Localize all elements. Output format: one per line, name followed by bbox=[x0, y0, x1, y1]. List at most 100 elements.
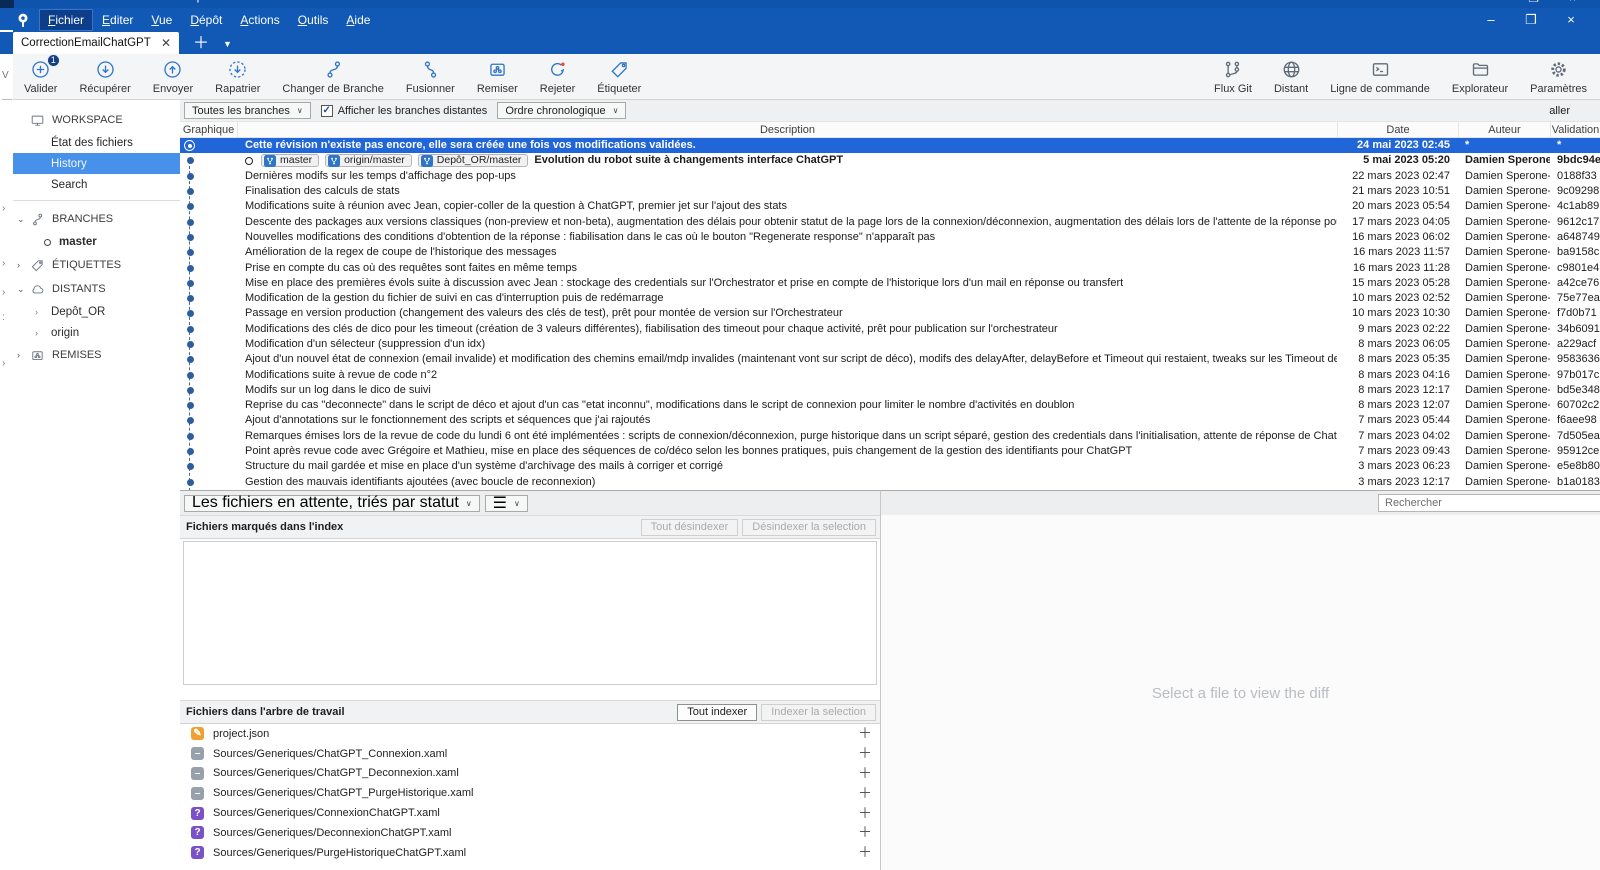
maximize-button[interactable]: ❐ bbox=[1524, 12, 1538, 28]
checkout-button[interactable]: Changer de Branche bbox=[271, 55, 395, 99]
column-header-author[interactable]: Auteur bbox=[1458, 122, 1550, 137]
stashes-section[interactable]: › REMISES bbox=[13, 343, 180, 367]
show-remote-checkbox-row[interactable]: Afficher les branches distantes bbox=[321, 105, 488, 117]
commit-row[interactable]: Modifications suite à revue de code n°2 … bbox=[180, 367, 1600, 382]
sidebar-remote-origin[interactable]: › origin bbox=[13, 322, 180, 343]
new-tab-icon[interactable]: ＋ bbox=[193, 34, 209, 54]
checkbox-checked-icon[interactable] bbox=[321, 105, 333, 117]
staged-files-list[interactable] bbox=[183, 541, 877, 685]
file-row[interactable]: – Sources/Generiques/ChatGPT_Deconnexion… bbox=[180, 764, 880, 784]
commit-row[interactable]: Modifications suite à réunion avec Jean,… bbox=[180, 199, 1600, 214]
commit-row[interactable]: Mise en place des premières évols suite … bbox=[180, 276, 1600, 291]
stage-file-plus-icon[interactable]: ＋ bbox=[858, 807, 872, 820]
commit-row[interactable]: Remarques émises lors de la revue de cod… bbox=[180, 429, 1600, 444]
stash-button[interactable]: Remiser bbox=[466, 55, 529, 99]
tag-button[interactable]: Étiqueter bbox=[586, 55, 652, 99]
commit-graph-node bbox=[180, 337, 237, 352]
tab-dropdown-icon[interactable]: ▼ bbox=[223, 34, 232, 54]
commit-row[interactable]: Modification d'un sélecteur (suppression… bbox=[180, 337, 1600, 352]
remotes-section[interactable]: ⌄ DISTANTS bbox=[13, 277, 180, 301]
sidebar-branch-master[interactable]: master bbox=[13, 231, 180, 253]
view-mode-dropdown[interactable]: ☰∨ bbox=[485, 495, 528, 512]
commit-row[interactable]: Amélioration de la regex de coupe de l'h… bbox=[180, 245, 1600, 260]
menu-editer[interactable]: Editer bbox=[94, 10, 141, 30]
stage-file-plus-icon[interactable]: ＋ bbox=[858, 767, 872, 780]
push-button[interactable]: Envoyer bbox=[142, 55, 204, 99]
pull-button[interactable]: Rapatrier bbox=[204, 55, 271, 99]
chevron-right-icon[interactable]: › bbox=[35, 307, 38, 317]
file-row[interactable]: ? Sources/Generiques/ConnexionChatGPT.xa… bbox=[180, 803, 880, 823]
sidebar-item-history[interactable]: History bbox=[13, 153, 180, 174]
tab-close-icon[interactable]: ✕ bbox=[161, 36, 171, 50]
repo-tab[interactable]: CorrectionEmailChatGPT ✕ bbox=[13, 32, 179, 54]
menu-depot[interactable]: Dépôt bbox=[182, 10, 230, 30]
explorer-button[interactable]: Explorateur bbox=[1441, 55, 1519, 99]
settings-button[interactable]: Paramètres bbox=[1519, 55, 1598, 99]
commit-row[interactable]: Cette révision n'existe pas encore, elle… bbox=[180, 138, 1600, 153]
commit-row[interactable]: Passage en version production (changemen… bbox=[180, 306, 1600, 321]
minimize-button[interactable]: – bbox=[1484, 12, 1498, 28]
file-row[interactable]: – Sources/Generiques/ChatGPT_Connexion.x… bbox=[180, 744, 880, 764]
menu-fichier[interactable]: Fichier bbox=[40, 10, 92, 30]
stage-file-plus-icon[interactable]: ＋ bbox=[858, 787, 872, 800]
jump-to-commit-label[interactable]: aller bbox=[1549, 105, 1600, 117]
gitflow-button[interactable]: Flux Git bbox=[1203, 55, 1263, 99]
unstage-all-button[interactable]: Tout désindexer bbox=[641, 519, 739, 536]
chevron-right-icon[interactable]: › bbox=[17, 260, 20, 270]
sidebar-remote-depot[interactable]: › Depôt_OR bbox=[13, 301, 180, 322]
commit-button[interactable]: 1 Valider bbox=[13, 55, 68, 99]
tags-section[interactable]: › ÉTIQUETTES bbox=[13, 253, 180, 277]
column-header-date[interactable]: Date bbox=[1337, 122, 1458, 137]
commit-row[interactable]: Modifs sur un log dans le dico de suivi … bbox=[180, 383, 1600, 398]
pending-files-dropdown[interactable]: Les fichiers en attente, triés par statu… bbox=[184, 495, 480, 512]
search-input[interactable] bbox=[1378, 494, 1600, 512]
commit-row[interactable]: Ajout d'annotations sur le fonctionnemen… bbox=[180, 413, 1600, 428]
menu-vue[interactable]: Vue bbox=[143, 10, 180, 30]
commit-row[interactable]: Structure du mail gardée et mise en plac… bbox=[180, 459, 1600, 474]
remote-button[interactable]: Distant bbox=[1263, 55, 1319, 99]
commit-row[interactable]: Prise en compte du cas où des requêtes s… bbox=[180, 260, 1600, 275]
menu-outils[interactable]: Outils bbox=[290, 10, 337, 30]
menu-actions[interactable]: Actions bbox=[232, 10, 287, 30]
file-row[interactable]: ? Sources/Generiques/DeconnexionChatGPT.… bbox=[180, 823, 880, 843]
chevron-down-icon[interactable]: ⌄ bbox=[17, 284, 25, 295]
stage-selection-button[interactable]: Indexer la selection bbox=[761, 704, 876, 721]
menu-aide[interactable]: Aide bbox=[338, 10, 378, 30]
terminal-button[interactable]: Ligne de commande bbox=[1319, 55, 1441, 99]
sidebar-item-file-status[interactable]: État des fichiers bbox=[13, 132, 180, 153]
stage-file-plus-icon[interactable]: ＋ bbox=[858, 846, 872, 859]
merge-button[interactable]: Fusionner bbox=[395, 55, 466, 99]
column-header-commit[interactable]: Validation bbox=[1550, 122, 1600, 137]
chevron-down-icon[interactable]: ⌄ bbox=[17, 214, 25, 225]
stage-file-plus-icon[interactable]: ＋ bbox=[858, 826, 872, 839]
close-button[interactable]: × bbox=[1564, 12, 1578, 28]
stage-file-plus-icon[interactable]: ＋ bbox=[858, 727, 872, 740]
commit-row[interactable]: Point après revue code avec Grégoire et … bbox=[180, 444, 1600, 459]
stage-all-button[interactable]: Tout indexer bbox=[677, 704, 757, 721]
commit-row[interactable]: Descente des packages aux versions class… bbox=[180, 214, 1600, 229]
commit-row[interactable]: Nouvelles modifications des conditions d… bbox=[180, 230, 1600, 245]
commit-row[interactable]: Gestion des mauvais identifiants ajoutée… bbox=[180, 475, 1600, 490]
file-row[interactable]: ✎ project.json ＋ bbox=[180, 724, 880, 744]
discard-button[interactable]: Rejeter bbox=[529, 55, 586, 99]
fetch-button[interactable]: Récupérer bbox=[68, 55, 141, 99]
file-row[interactable]: ? Sources/Generiques/PurgeHistoriqueChat… bbox=[180, 843, 880, 863]
commit-row[interactable]: masterorigin/masterDepôt_OR/masterEvolut… bbox=[180, 153, 1600, 168]
commit-row[interactable]: Modifications des clés de dico pour les … bbox=[180, 322, 1600, 337]
branches-section[interactable]: ⌄ BRANCHES bbox=[13, 207, 180, 231]
chevron-right-icon[interactable]: › bbox=[35, 328, 38, 338]
column-header-description[interactable]: Description bbox=[237, 122, 1337, 137]
sidebar-item-search[interactable]: Search bbox=[13, 174, 180, 195]
order-dropdown[interactable]: Ordre chronologique∨ bbox=[497, 102, 626, 119]
chevron-right-icon[interactable]: › bbox=[17, 350, 20, 360]
branch-filter-dropdown[interactable]: Toutes les branches∨ bbox=[184, 102, 311, 119]
column-header-graph[interactable]: Graphique bbox=[180, 122, 237, 137]
commit-row[interactable]: Reprise du cas "deconnecte" dans le scri… bbox=[180, 398, 1600, 413]
commit-row[interactable]: Dernières modifs sur les temps d'afficha… bbox=[180, 169, 1600, 184]
unstage-selection-button[interactable]: Désindexer la selection bbox=[742, 519, 876, 536]
commit-row[interactable]: Finalisation des calculs de stats 21 mar… bbox=[180, 184, 1600, 199]
file-row[interactable]: – Sources/Generiques/ChatGPT_PurgeHistor… bbox=[180, 783, 880, 803]
commit-row[interactable]: Ajout d'un nouvel état de connexion (ema… bbox=[180, 352, 1600, 367]
stage-file-plus-icon[interactable]: ＋ bbox=[858, 747, 872, 760]
commit-row[interactable]: Modification de la gestion du fichier de… bbox=[180, 291, 1600, 306]
